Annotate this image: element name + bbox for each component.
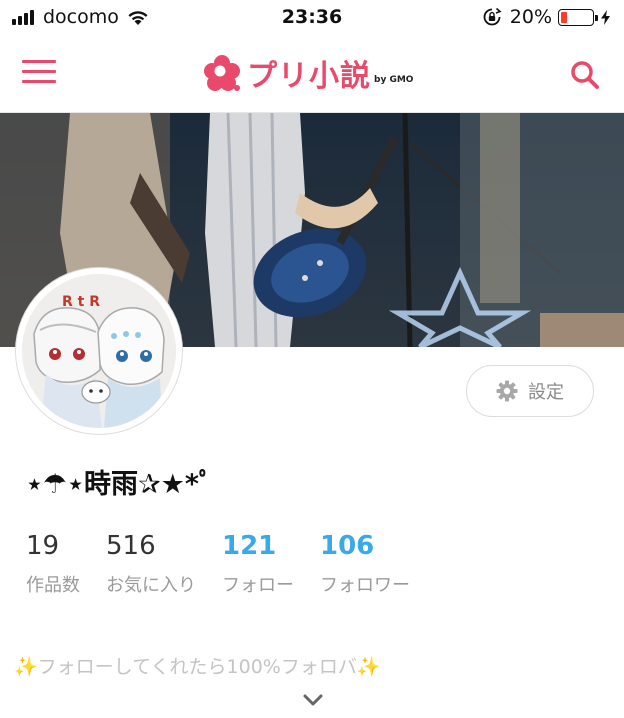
flower-logo-icon [204, 55, 240, 91]
stat-favorites[interactable]: 516 お気に入り [106, 530, 196, 597]
profile-name: ⋆☂︎⋆時雨✰★*ﾟ [26, 469, 213, 500]
stat-followers[interactable]: 106 フォロワー [320, 530, 410, 597]
battery-percent: 20% [509, 6, 552, 28]
stat-works[interactable]: 19 作品数 [26, 530, 80, 597]
status-right: 20% [482, 6, 610, 28]
battery-icon [558, 8, 598, 26]
expand-bio-button[interactable] [300, 690, 326, 710]
status-bar: docomo 23:36 20% [0, 0, 624, 36]
settings-label: 設定 [528, 382, 564, 403]
settings-button[interactable]: 設定 [466, 365, 594, 417]
stat-favorites-label: お気に入り [106, 575, 196, 596]
stat-following-label: フォロー [222, 575, 294, 596]
menu-button[interactable] [22, 60, 56, 88]
stat-following[interactable]: 121 フォロー [222, 530, 294, 597]
app-logo[interactable]: プリ小説 by GMO [203, 50, 413, 96]
search-button[interactable] [568, 58, 602, 92]
avatar-image: R t R [22, 274, 176, 428]
chevron-down-icon [303, 694, 323, 706]
battery-level [561, 11, 567, 23]
stat-following-value: 121 [222, 531, 277, 561]
app-header: プリ小説 by GMO [0, 36, 624, 113]
stat-followers-label: フォロワー [320, 575, 410, 596]
stat-works-label: 作品数 [26, 575, 80, 596]
stat-followers-value: 106 [320, 531, 375, 561]
hamburger-icon [22, 60, 56, 63]
profile-stats: 19 作品数 516 お気に入り 121 フォロー 106 フォロワー [26, 530, 436, 597]
rotation-lock-icon [483, 7, 502, 26]
profile-bio: ✨フォローしてくれたら100%フォロバ✨ [14, 656, 381, 678]
logo-byline: by GMO [374, 75, 414, 85]
stat-works-value: 19 [26, 531, 60, 561]
logo-text: プリ小説 [247, 59, 371, 94]
stat-favorites-value: 516 [106, 531, 156, 561]
charging-icon [601, 9, 610, 25]
avatar[interactable]: R t R [16, 268, 182, 434]
gear-icon [496, 380, 518, 402]
